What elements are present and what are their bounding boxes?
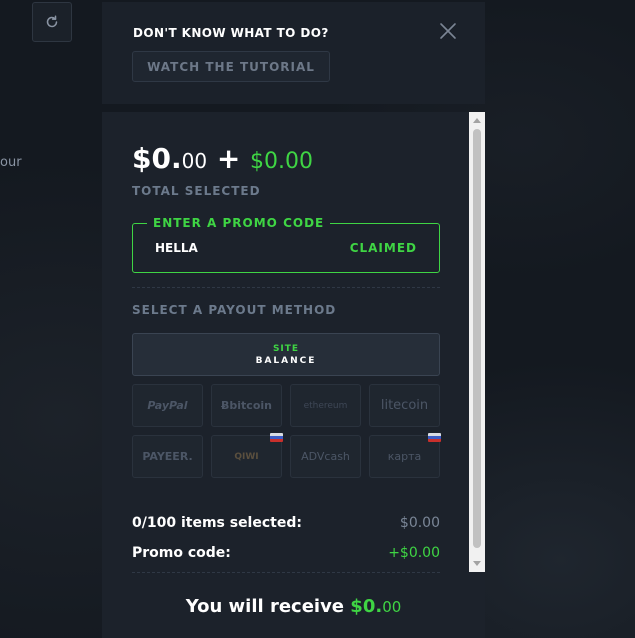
promo-code-label: Promo code: — [132, 545, 231, 561]
promo-code-field[interactable]: ENTER A PROMO CODE HELLA CLAIMED — [132, 216, 440, 273]
payout-bitcoin[interactable]: Ƀbitcoin — [211, 384, 282, 427]
total-amount-main: $0. — [132, 142, 182, 175]
bitcoin-icon: Ƀbitcoin — [221, 399, 272, 412]
close-icon — [440, 23, 456, 39]
receive-bar: You will receive $0.00 — [102, 574, 485, 638]
promo-code-legend: ENTER A PROMO CODE — [147, 216, 331, 230]
paypal-icon: PayPal — [147, 399, 188, 412]
scroll-down-arrow-icon[interactable] — [473, 561, 481, 566]
litecoin-icon: litecoin — [380, 398, 429, 413]
payout-card[interactable]: карта — [369, 433, 441, 478]
promo-status-badge: CLAIMED — [349, 241, 417, 255]
bonus-amount: $0.00 — [250, 149, 314, 174]
tutorial-title: DON'T KNOW WHAT TO DO? — [133, 26, 329, 40]
russia-flag-icon — [270, 433, 283, 442]
receive-amount-cents: 00 — [382, 598, 402, 616]
payout-paypal[interactable]: PayPal — [132, 384, 203, 427]
items-selected-row: 0/100 items selected: $0.00 — [132, 515, 440, 531]
site-balance-button[interactable]: SITE BALANCE — [132, 333, 440, 376]
close-button[interactable] — [438, 21, 458, 41]
plus-sign: + — [216, 142, 241, 175]
advcash-icon: ADVcash — [301, 450, 350, 463]
watch-tutorial-button[interactable]: WATCH THE TUTORIAL — [132, 51, 330, 82]
receive-text: You will receive $0.00 — [102, 596, 485, 617]
promo-code-value: HELLA — [155, 241, 198, 255]
payout-payeer[interactable]: PAYEER. — [132, 435, 203, 478]
russia-flag-icon — [428, 433, 441, 442]
payout-litecoin[interactable]: litecoin — [369, 384, 440, 427]
items-selected-value: $0.00 — [399, 515, 440, 531]
refresh-button[interactable] — [32, 2, 72, 42]
tutorial-card: DON'T KNOW WHAT TO DO? WATCH THE TUTORIA… — [102, 2, 485, 104]
receive-amount-main: $0. — [350, 596, 383, 617]
card-icon: карта — [387, 450, 422, 463]
payout-qiwi[interactable]: QIWI — [211, 433, 283, 478]
divider — [132, 287, 440, 288]
payeer-icon: PAYEER. — [142, 450, 193, 463]
total-amount-cents: 00 — [181, 149, 208, 173]
background-partial-text: our — [0, 155, 22, 170]
receive-amount: $0.00 — [350, 596, 401, 617]
scroll-thumb[interactable] — [473, 129, 481, 548]
total-amount: $0.00 + $0.00 — [132, 142, 313, 175]
promo-code-total: +$0.00 — [388, 545, 440, 561]
qiwi-icon: QIWI — [234, 451, 259, 462]
divider — [132, 572, 440, 573]
payout-method-label: SELECT A PAYOUT METHOD — [132, 303, 337, 317]
promo-code-row: Promo code: +$0.00 — [132, 545, 440, 561]
receive-label: You will receive — [185, 596, 345, 617]
payout-ethereum[interactable]: ethereum — [290, 384, 361, 427]
refresh-icon — [46, 15, 58, 28]
total-selected-label: TOTAL SELECTED — [132, 184, 261, 198]
items-selected-label: 0/100 items selected: — [132, 515, 302, 531]
site-balance-line1: SITE — [272, 343, 300, 354]
payout-advcash[interactable]: ADVcash — [290, 435, 361, 478]
panel-scrollbar[interactable] — [469, 112, 485, 572]
ethereum-icon: ethereum — [303, 400, 348, 411]
selection-summary-panel: $0.00 + $0.00 TOTAL SELECTED ENTER A PRO… — [102, 112, 485, 638]
scroll-up-arrow-icon[interactable] — [473, 118, 481, 123]
site-balance-line2: BALANCE — [255, 355, 317, 366]
